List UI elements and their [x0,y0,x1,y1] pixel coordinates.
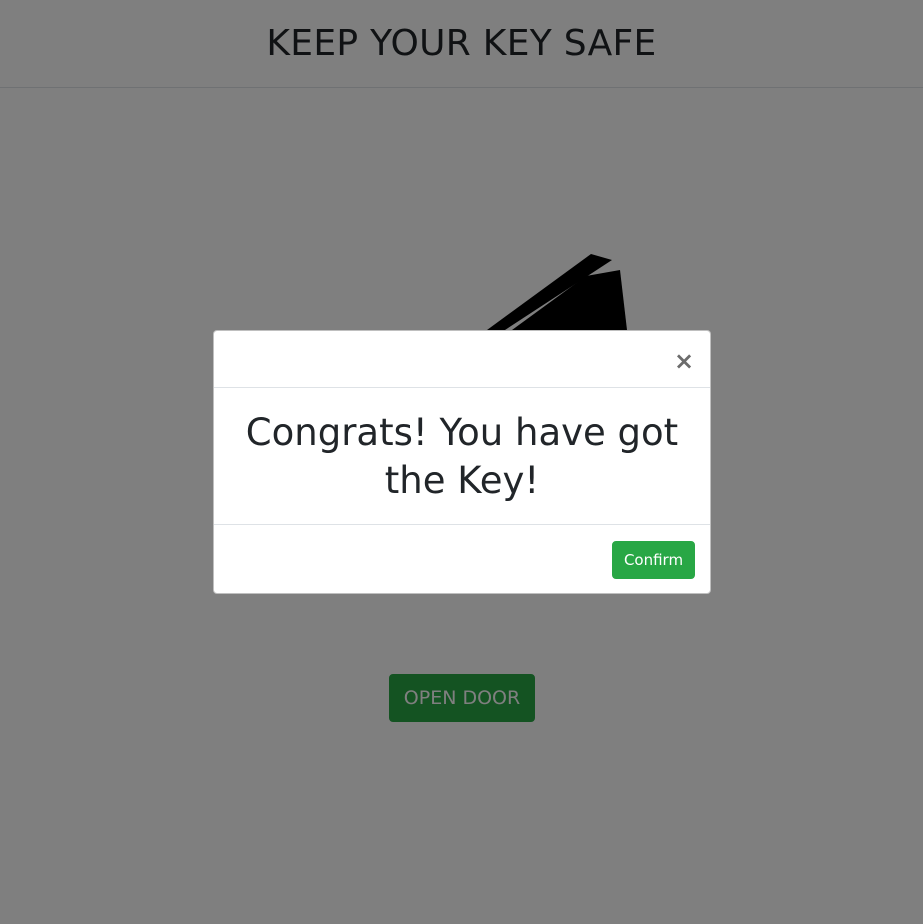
page: KEEP YOUR KEY SAFE OPEN DOOR × Congrats!… [0,0,923,924]
close-icon[interactable]: × [672,347,696,375]
modal-header: × [214,331,710,388]
confirm-button[interactable]: Confirm [612,541,695,579]
modal-body: Congrats! You have got the Key! [214,388,710,525]
congrats-modal: × Congrats! You have got the Key! Confir… [213,330,711,594]
modal-footer: Confirm [214,524,710,594]
modal-message: Congrats! You have got the Key! [245,410,679,502]
